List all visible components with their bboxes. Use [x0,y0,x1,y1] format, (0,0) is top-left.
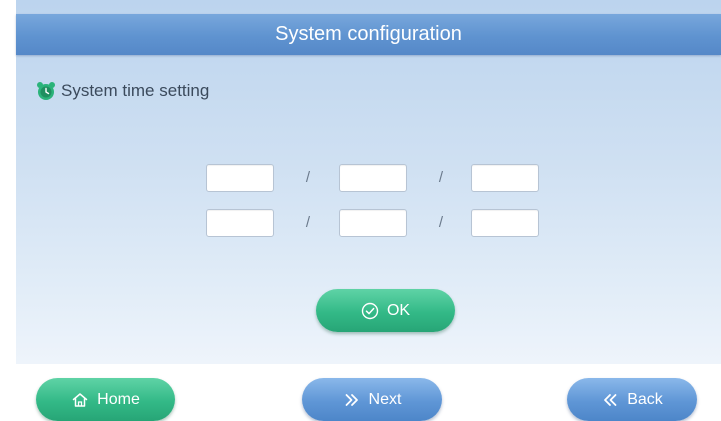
section-label: System time setting [61,81,210,100]
minute-input[interactable] [339,209,407,237]
ok-button-label: OK [386,301,411,319]
day-input[interactable] [471,164,539,192]
back-button[interactable]: Back [567,378,697,421]
next-button-label: Next [368,390,402,408]
alarm-clock-icon [36,81,56,101]
title-bar: System configuration [16,14,721,55]
hour-input[interactable] [206,209,274,237]
section-header: System time setting [36,80,209,102]
ok-button[interactable]: OK [316,289,455,332]
time-separator: / [438,214,444,231]
month-input[interactable] [339,164,407,192]
double-chevron-left-icon [601,391,619,409]
date-separator: / [438,169,444,186]
date-separator: / [305,169,311,186]
home-button-label: Home [97,390,140,408]
time-separator: / [305,214,311,231]
second-input[interactable] [471,209,539,237]
page-title: System configuration [275,23,462,45]
home-icon [71,391,89,409]
back-button-label: Back [627,390,663,408]
double-chevron-right-icon [343,391,361,409]
home-button[interactable]: Home [36,378,175,421]
check-circle-icon [361,302,379,320]
year-input[interactable] [206,164,274,192]
next-button[interactable]: Next [302,378,442,421]
